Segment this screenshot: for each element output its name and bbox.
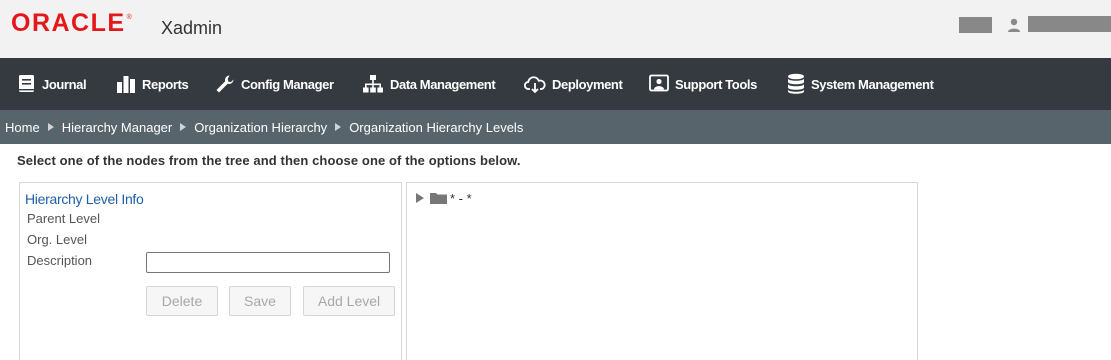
nav-label-data-management: Data Management	[390, 76, 496, 92]
parent-level-label: Parent Level	[27, 211, 100, 226]
folder-icon	[430, 193, 447, 204]
nav-label-support-tools: Support Tools	[675, 76, 757, 92]
org-level-label: Org. Level	[27, 232, 87, 247]
hierarchy-icon	[363, 75, 383, 93]
breadcrumb-separator-icon	[180, 123, 187, 131]
nav-item-reports[interactable]: Reports	[116, 58, 189, 110]
hierarchy-level-info-panel: Hierarchy Level Info Parent Level Org. L…	[19, 182, 402, 360]
nav-item-journal[interactable]: Journal	[18, 58, 87, 110]
description-input[interactable]	[146, 252, 390, 273]
breadcrumb: Home Hierarchy Manager Organization Hier…	[0, 110, 1111, 144]
breadcrumb-current-page: Organization Hierarchy Levels	[349, 119, 524, 135]
nav-item-data-management[interactable]: Data Management	[362, 58, 496, 110]
panel-title: Hierarchy Level Info	[25, 191, 144, 207]
nav-item-support-tools[interactable]: Support Tools	[649, 58, 757, 110]
main-nav: Journal Reports Config Manager Data Mana…	[0, 58, 1111, 110]
nav-label-config-manager: Config Manager	[241, 76, 334, 92]
save-button[interactable]: Save	[229, 286, 291, 316]
breadcrumb-separator-icon	[47, 123, 54, 131]
nav-item-config-manager[interactable]: Config Manager	[215, 58, 334, 110]
breadcrumb-separator-icon	[335, 123, 342, 131]
journal-icon	[19, 75, 34, 92]
nav-item-system-management[interactable]: System Management	[787, 58, 934, 110]
instruction-text: Select one of the nodes from the tree an…	[17, 153, 521, 168]
expand-arrow-icon[interactable]	[416, 193, 424, 203]
header-placeholder-block[interactable]	[959, 17, 992, 33]
bar-chart-icon	[117, 76, 135, 93]
nav-item-deployment[interactable]: Deployment	[524, 58, 623, 110]
hierarchy-tree-panel: * - *	[406, 182, 918, 360]
delete-button[interactable]: Delete	[146, 286, 218, 316]
breadcrumb-organization-hierarchy[interactable]: Organization Hierarchy	[194, 120, 327, 135]
user-icon[interactable]	[1006, 17, 1022, 33]
wrench-icon	[216, 75, 234, 93]
oracle-logo: ORACLE ®	[11, 9, 132, 37]
app-name: Xadmin	[161, 18, 223, 38]
cloud-download-icon	[524, 76, 546, 94]
nav-label-system-management: System Management	[811, 76, 934, 92]
breadcrumb-home[interactable]: Home	[5, 120, 40, 135]
support-icon	[649, 74, 669, 92]
app-header: ORACLE ® Xadmin	[0, 0, 1111, 58]
add-level-button[interactable]: Add Level	[303, 286, 395, 316]
database-icon	[788, 73, 804, 94]
brand-text: ORACLE	[11, 9, 126, 37]
user-name[interactable]	[1028, 16, 1111, 32]
registered-mark: ®	[126, 13, 132, 21]
breadcrumb-hierarchy-manager[interactable]: Hierarchy Manager	[62, 120, 173, 135]
description-label: Description	[27, 253, 93, 268]
nav-label-deployment: Deployment	[552, 76, 623, 92]
nav-label-journal: Journal	[42, 76, 87, 92]
tree-root-node[interactable]: * - *	[416, 190, 472, 206]
nav-label-reports: Reports	[142, 76, 189, 92]
tree-node-label[interactable]: * - *	[450, 191, 472, 206]
